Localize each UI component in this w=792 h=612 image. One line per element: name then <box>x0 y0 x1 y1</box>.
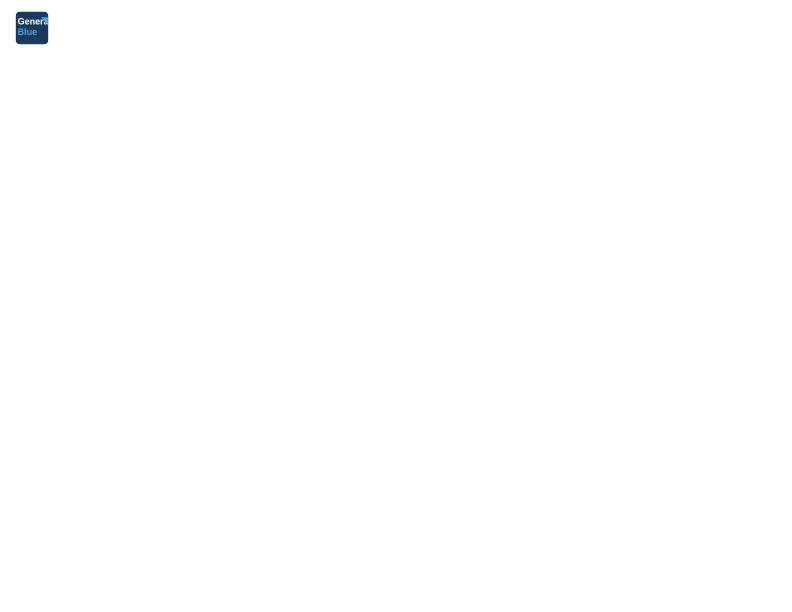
logo: General Blue <box>14 10 54 46</box>
svg-text:Blue: Blue <box>18 27 38 37</box>
page-header: General Blue <box>10 10 782 46</box>
logo-icon: General Blue <box>14 10 50 46</box>
